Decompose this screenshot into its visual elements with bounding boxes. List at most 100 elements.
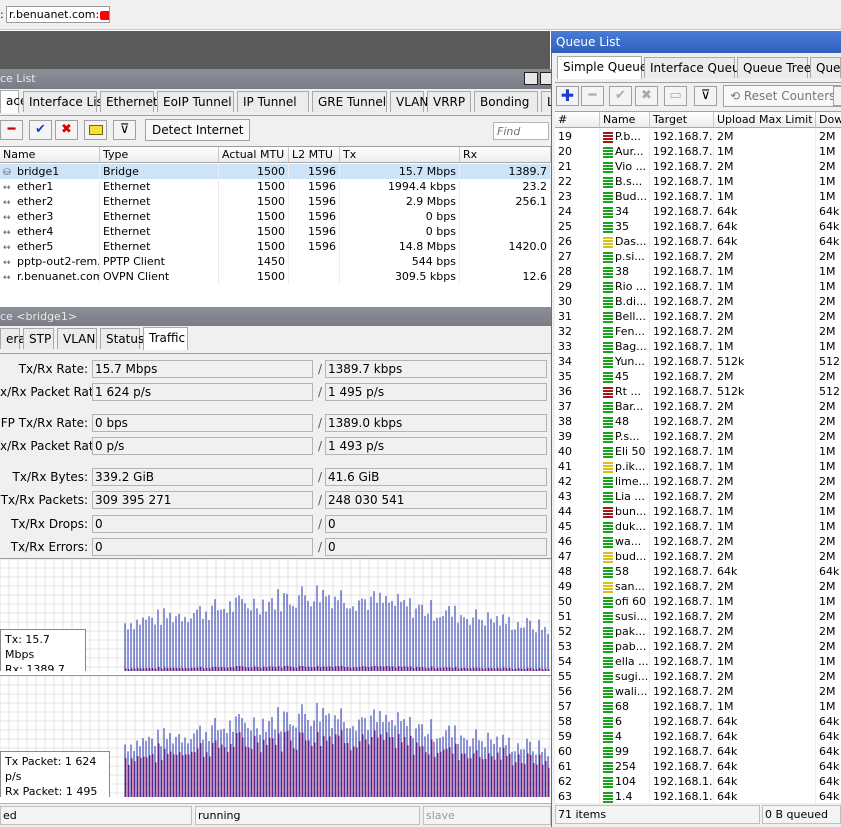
table-row[interactable]: ↔ ether1 Ethernet 1500 1596 1994.4 kbps 23.2 — [0, 179, 551, 194]
queue-row[interactable]: 44 bun... 192.168.7... 1M 1M — [555, 504, 841, 519]
queue-row[interactable]: 22 B.s... 192.168.7... 1M 1M — [555, 174, 841, 189]
tab-4[interactable]: IP Tunnel — [237, 91, 309, 112]
filter-button[interactable]: ⊽ — [113, 120, 136, 140]
queue-row[interactable]: 58 6 192.168.7... 64k 64k — [555, 714, 841, 729]
queue-tab-0[interactable]: Simple Queues — [557, 56, 653, 79]
detail-tab-vlan[interactable]: VLAN — [57, 328, 97, 349]
queue-row[interactable]: 62 104 192.168.1... 64k 64k — [555, 774, 841, 789]
queue-row[interactable]: 55 sugi... 192.168.7... 2M 2M — [555, 669, 841, 684]
tab-7[interactable]: VRRP — [427, 91, 471, 112]
column-header-rx[interactable]: Rx — [460, 147, 551, 163]
queue-row[interactable]: 41 p.ik... 192.168.7... 1M 1M — [555, 459, 841, 474]
queue-row[interactable]: 24 34 192.168.7... 64k 64k — [555, 204, 841, 219]
queue-row[interactable]: 21 Vio ... 192.168.7... 2M 2M — [555, 159, 841, 174]
tab-5[interactable]: GRE Tunnel — [312, 91, 387, 112]
disable-queue-button[interactable]: ✖ — [635, 86, 658, 106]
queue-row[interactable]: 29 Rio ... 192.168.7... 1M 1M — [555, 279, 841, 294]
queue-row[interactable]: 57 68 192.168.7... 1M 1M — [555, 699, 841, 714]
comment-button[interactable] — [84, 120, 107, 140]
table-row[interactable]: ↔ ether5 Ethernet 1500 1596 14.8 Mbps 1420.0 — [0, 239, 551, 254]
queue-row[interactable]: 59 4 192.168.7... 64k 64k — [555, 729, 841, 744]
detail-tab-eral[interactable]: eral — [0, 328, 29, 349]
remove-button[interactable]: ━ — [0, 120, 23, 140]
detail-window-titlebar[interactable]: ce <bridge1> — [0, 307, 551, 326]
column-header-name[interactable]: Name — [0, 147, 100, 163]
queue-row[interactable]: 19 P.b... 192.168.7... 2M 2M — [555, 129, 841, 144]
queue-row[interactable]: 46 wa... 192.168.7... 2M 2M — [555, 534, 841, 549]
tab-2[interactable]: Ethernet — [100, 91, 158, 112]
queue-row[interactable]: 53 pab... 192.168.7... 2M 2M — [555, 639, 841, 654]
column-header-actual-mtu[interactable]: Actual MTU — [219, 147, 289, 163]
queue-column-header-2[interactable]: Target — [650, 112, 714, 128]
queue-column-header-4[interactable]: Down — [816, 112, 841, 128]
queue-row[interactable]: 27 p.si... 192.168.7... 2M 2M — [555, 249, 841, 264]
queue-row[interactable]: 33 Bag... 192.168.7... 1M 1M — [555, 339, 841, 354]
queue-window-titlebar[interactable]: Queue List — [551, 31, 841, 53]
queue-row[interactable]: 38 48 192.168.7... 2M 2M — [555, 414, 841, 429]
queue-row[interactable]: 61 254 192.168.7... 64k 64k — [555, 759, 841, 774]
queue-row[interactable]: 54 ella ... 192.168.7... 1M 1M — [555, 654, 841, 669]
filter-queue-button[interactable]: ⊽ — [694, 86, 717, 106]
tab-3[interactable]: EoIP Tunnel — [157, 91, 234, 112]
queue-column-header-0[interactable]: # — [555, 112, 600, 128]
queue-row[interactable]: 34Yun...192.168.7...512k512k — [555, 354, 841, 369]
queue-row[interactable]: 42 lime... 192.168.7... 2M 2M — [555, 474, 841, 489]
column-header-tx[interactable]: Tx — [340, 147, 460, 163]
queue-row[interactable]: 60 99 192.168.7... 64k 64k — [555, 744, 841, 759]
queue-column-header-1[interactable]: Name — [600, 112, 650, 128]
queue-row[interactable]: 43 Lia ... 192.168.7... 2M 2M — [555, 489, 841, 504]
detail-tab-stp[interactable]: STP — [23, 328, 54, 349]
restore-button[interactable]: □ — [524, 72, 538, 85]
tab-0[interactable]: ace — [0, 90, 27, 113]
queue-row[interactable]: 39 P.s... 192.168.7... 2M 2M — [555, 429, 841, 444]
detail-tab-status[interactable]: Status — [100, 328, 144, 349]
tab-1[interactable]: Interface List — [23, 91, 108, 112]
disable-button[interactable]: ✖ — [55, 120, 78, 140]
queue-row[interactable]: 40 Eli 50 192.168.7... 1M 1M — [555, 444, 841, 459]
enable-queue-button[interactable]: ✔ — [609, 86, 632, 106]
detect-internet-button[interactable]: Detect Internet — [145, 119, 251, 141]
tab-8[interactable]: Bonding — [474, 91, 538, 112]
add-button[interactable]: ✚ — [556, 86, 579, 106]
queue-tab-1[interactable]: Interface Queues — [644, 57, 753, 78]
queue-row[interactable]: 26 Das... 192.168.7... 64k 64k — [555, 234, 841, 249]
queue-row[interactable]: 47 bud... 192.168.7... 2M 2M — [555, 549, 841, 564]
address-input[interactable]: r.benuanet.com: — [6, 6, 110, 23]
interface-window-titlebar[interactable]: ce List □ ✕ — [0, 69, 554, 89]
table-row[interactable]: ↔ ether4 Ethernet 1500 1596 0 bps — [0, 224, 551, 239]
queue-row[interactable]: 23 Bud... 192.168.7... 1M 1M — [555, 189, 841, 204]
tab-6[interactable]: VLAN — [390, 91, 428, 112]
queue-column-header-3[interactable]: Upload Max Limit — [714, 112, 816, 128]
table-row[interactable]: ⛁ bridge1 Bridge 1500 1596 15.7 Mbps 1389.7 — [0, 164, 551, 179]
queue-row[interactable]: 32 Fen... 192.168.7... 2M 2M — [555, 324, 841, 339]
queue-row[interactable]: 50 ofi 60 192.168.7... 1M 1M — [555, 594, 841, 609]
queue-row[interactable]: 30 B.di... 192.168.7... 2M 2M — [555, 294, 841, 309]
queue-row[interactable]: 25 35 192.168.7... 64k 64k — [555, 219, 841, 234]
table-row[interactable]: ↔ pptp-out2-rem... PPTP Client 1450 544 bps — [0, 254, 551, 269]
remove-queue-button[interactable]: ━ — [581, 86, 604, 106]
queue-row[interactable]: 49 san... 192.168.7... 2M 2M — [555, 579, 841, 594]
queue-row[interactable]: 63 1.4 192.168.1.4 64k 64k — [555, 789, 841, 804]
table-row[interactable]: ↔ r.benuanet.com OVPN Client 1500 309.5 kbps… — [0, 269, 551, 284]
more-button[interactable] — [833, 86, 841, 106]
queue-row[interactable]: 45 duk... 192.168.7... 1M 1M — [555, 519, 841, 534]
queue-tab-2[interactable]: Queue Tree — [737, 57, 811, 78]
queue-row[interactable]: 31 Bell... 192.168.7... 2M 2M — [555, 309, 841, 324]
queue-row[interactable]: 52 pak... 192.168.7... 2M 2M — [555, 624, 841, 639]
find-input[interactable] — [493, 122, 549, 140]
column-header-type[interactable]: Type — [100, 147, 219, 163]
table-row[interactable]: ↔ ether2 Ethernet 1500 1596 2.9 Mbps 256.1 — [0, 194, 551, 209]
queue-row[interactable]: 48 58 192.168.7... 64k 64k — [555, 564, 841, 579]
queue-row[interactable]: 35 45 192.168.7... 2M 2M — [555, 369, 841, 384]
queue-row[interactable]: 20 Aur... 192.168.7... 1M 1M — [555, 144, 841, 159]
queue-row[interactable]: 51 susi... 192.168.7... 2M 2M — [555, 609, 841, 624]
queue-row[interactable]: 28 38 192.168.7... 1M 1M — [555, 264, 841, 279]
reset-counters-button[interactable]: ⟲ Reset Counters — [723, 85, 841, 107]
comment-queue-button[interactable]: ▭ — [664, 86, 687, 106]
enable-button[interactable]: ✔ — [29, 120, 52, 140]
column-header-l2-mtu[interactable]: L2 MTU — [289, 147, 340, 163]
queue-row[interactable]: 36Rt ...192.168.7...512k512k — [555, 384, 841, 399]
detail-tab-traffic[interactable]: Traffic — [143, 327, 188, 350]
queue-row[interactable]: 56 wali... 192.168.7... 2M 2M — [555, 684, 841, 699]
queue-tab-3[interactable]: Queu — [810, 57, 841, 78]
